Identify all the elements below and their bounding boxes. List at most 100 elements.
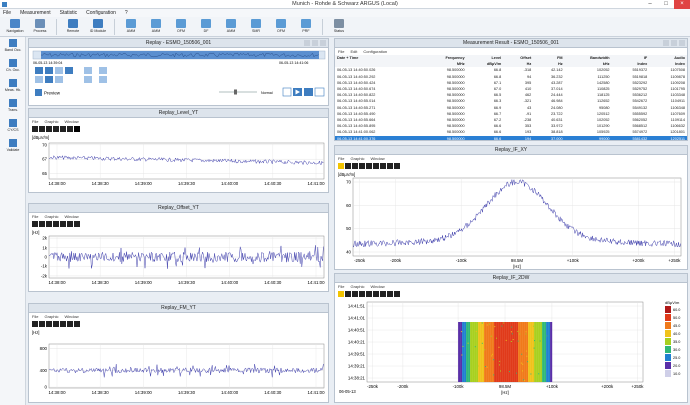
tool-icon[interactable] [32, 321, 38, 327]
menu-window[interactable]: Window [370, 155, 384, 162]
tool-icon[interactable] [387, 291, 393, 297]
panel-maximize-icon[interactable] [312, 40, 318, 46]
result-menu-item[interactable]: File [338, 48, 344, 55]
menu-item[interactable]: Measurement [20, 9, 51, 17]
menu-window[interactable]: Window [64, 118, 78, 125]
ribbon-button[interactable]: AMM [145, 17, 167, 37]
ribbon-button[interactable]: AMM [220, 17, 242, 37]
tool-icon[interactable] [46, 126, 52, 132]
pause-button[interactable] [304, 88, 313, 96]
tool-icon[interactable] [352, 291, 358, 297]
panel-minimize-icon[interactable] [663, 40, 669, 46]
step-first-icon[interactable] [35, 67, 43, 74]
tool-icon[interactable] [60, 126, 66, 132]
step-forward-icon[interactable] [65, 67, 73, 74]
sidebar-item[interactable]: Validate [0, 137, 26, 157]
ribbon-button[interactable]: Process [29, 17, 51, 37]
marker-a-icon[interactable] [84, 67, 92, 74]
zoom-out-icon[interactable] [99, 76, 107, 83]
panel-close-icon[interactable] [679, 40, 685, 46]
tool-icon[interactable] [39, 221, 45, 227]
marker-b-icon[interactable] [99, 67, 107, 74]
tool-icon[interactable] [338, 291, 344, 297]
minimize-button[interactable]: – [642, 0, 658, 9]
panel-minimize-icon[interactable] [304, 40, 310, 46]
tool-icon[interactable] [46, 321, 52, 327]
tool-icon[interactable] [373, 163, 379, 169]
sidebar-item[interactable]: Meas. Hk. [0, 77, 26, 97]
tool-icon[interactable] [60, 321, 66, 327]
speed-slider-thumb[interactable] [234, 89, 237, 95]
record-icon[interactable] [45, 76, 53, 83]
rewind-button[interactable] [282, 87, 292, 97]
tool-icon[interactable] [359, 163, 365, 169]
result-menu-item[interactable]: Edit [350, 48, 357, 55]
tool-icon[interactable] [359, 291, 365, 297]
text-tool-icon[interactable] [394, 291, 400, 297]
step-back-icon[interactable] [45, 67, 53, 74]
ribbon-button[interactable]: OFM [170, 17, 192, 37]
text-tool-icon[interactable] [74, 221, 80, 227]
tool-icon[interactable] [380, 163, 386, 169]
table-row[interactable]: 06-05-13 14:41:00.376 98.500000 66.6 194 37.… [335, 135, 687, 140]
ribbon-button[interactable]: OFM [270, 17, 292, 37]
menu-window[interactable]: Window [370, 283, 384, 290]
menu-file[interactable]: File [32, 118, 38, 125]
tool-icon[interactable] [366, 163, 372, 169]
menu-window[interactable]: Window [64, 213, 78, 220]
menu-graphic[interactable]: Graphic [350, 155, 364, 162]
play-back-icon[interactable] [55, 67, 63, 74]
result-menu-item[interactable]: Configuration [363, 48, 387, 55]
ribbon-button[interactable]: DF [195, 17, 217, 37]
ribbon-button[interactable]: Remote [62, 17, 84, 37]
tool-icon[interactable] [32, 126, 38, 132]
menu-graphic[interactable]: Graphic [44, 313, 58, 320]
text-tool-icon[interactable] [74, 126, 80, 132]
ribbon-button[interactable]: PRF [295, 17, 317, 37]
maximize-button[interactable]: □ [658, 0, 674, 9]
tool-icon[interactable] [380, 291, 386, 297]
text-tool-icon[interactable] [74, 321, 80, 327]
menu-item[interactable]: File [3, 9, 11, 17]
ribbon-button[interactable]: ID Module [87, 17, 109, 37]
close-button[interactable]: × [674, 0, 690, 9]
export-icon[interactable] [55, 76, 63, 83]
panel-close-icon[interactable] [320, 40, 326, 46]
menu-file[interactable]: File [338, 283, 344, 290]
menu-file[interactable]: File [32, 213, 38, 220]
replay-timeline[interactable]: 06-05-13 14:39:04 06-05-13 14:41:06 Prev… [29, 48, 328, 105]
stop-button[interactable] [314, 87, 325, 97]
menu-item[interactable]: Statistic [60, 9, 78, 17]
ribbon-button[interactable]: Navigation [4, 17, 26, 37]
menu-file[interactable]: File [338, 155, 344, 162]
loop-icon[interactable] [35, 76, 43, 83]
menu-item[interactable]: Configuration [86, 9, 116, 17]
tool-icon[interactable] [53, 126, 59, 132]
ribbon-button[interactable]: Status [328, 17, 350, 37]
tool-icon[interactable] [338, 163, 344, 169]
tool-icon[interactable] [67, 221, 73, 227]
zoom-in-icon[interactable] [84, 76, 92, 83]
menu-window[interactable]: Window [64, 313, 78, 320]
tool-icon[interactable] [345, 163, 351, 169]
tool-icon[interactable] [67, 126, 73, 132]
menu-graphic[interactable]: Graphic [44, 213, 58, 220]
preview-icon[interactable] [35, 89, 42, 96]
tool-icon[interactable] [39, 321, 45, 327]
tool-icon[interactable] [53, 321, 59, 327]
tool-icon[interactable] [39, 126, 45, 132]
tool-icon[interactable] [345, 291, 351, 297]
sidebar-item[interactable]: Trans. [0, 97, 26, 117]
panel-maximize-icon[interactable] [671, 40, 677, 46]
tool-icon[interactable] [373, 291, 379, 297]
menu-item[interactable]: ? [125, 9, 128, 17]
text-tool-icon[interactable] [394, 163, 400, 169]
ribbon-button[interactable]: AMM [120, 17, 142, 37]
tool-icon[interactable] [67, 321, 73, 327]
sidebar-item[interactable]: Ch. Occ. [0, 57, 26, 77]
sidebar-item[interactable]: CY/CS [0, 117, 26, 137]
result-table[interactable]: Date + Time Frequency Level Offset FM Bandwid… [335, 55, 687, 140]
tool-icon[interactable] [387, 163, 393, 169]
menu-graphic[interactable]: Graphic [44, 118, 58, 125]
ribbon-button[interactable]: SMR [245, 17, 267, 37]
